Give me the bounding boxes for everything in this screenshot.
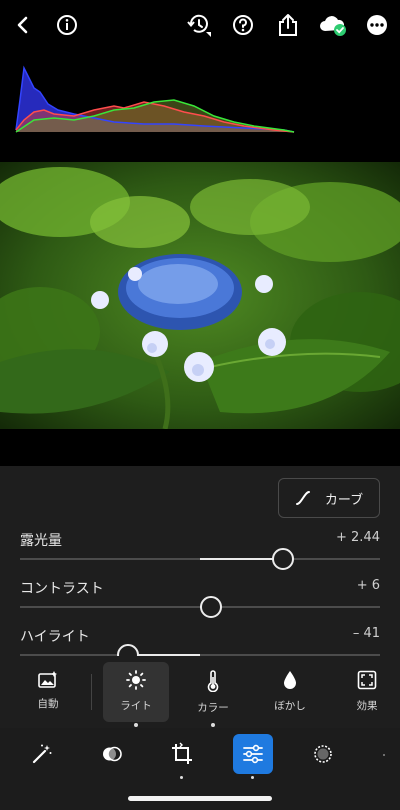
category-auto[interactable]: 自動: [15, 662, 81, 722]
edit-indicator-dot: [251, 776, 254, 779]
photo-preview[interactable]: [0, 162, 400, 429]
slider-exposure-label: 露光量: [20, 533, 62, 549]
top-bar: [0, 0, 400, 52]
droplet-icon: [284, 671, 296, 689]
auto-photo-icon: [38, 671, 57, 688]
help-icon[interactable]: [230, 12, 256, 38]
magic-wand-button[interactable]: [22, 734, 62, 774]
cloud-sync-icon[interactable]: [318, 12, 348, 38]
crop-indicator-dot: [180, 776, 183, 779]
category-auto-label: 自動: [37, 698, 59, 710]
more-tools-dot[interactable]: [383, 754, 385, 756]
category-light-indicator-dot: [134, 723, 138, 727]
preset-circle-icon: [314, 745, 332, 763]
masking-icon: [103, 746, 122, 762]
category-color-label: カラー: [197, 702, 229, 714]
home-indicator: [128, 796, 272, 801]
preset-button[interactable]: [303, 734, 343, 774]
slider-exposure[interactable]: 露光量 + 2.44: [20, 530, 380, 574]
category-effects[interactable]: 効果: [334, 662, 400, 722]
category-light-label: ライト: [120, 700, 152, 712]
thermometer-icon: [207, 670, 219, 692]
category-blur[interactable]: ぼかし: [257, 662, 323, 722]
slider-contrast-label: コントラスト: [20, 581, 104, 597]
slider-contrast-thumb[interactable]: [199, 596, 222, 618]
crop-rotate-icon: [172, 742, 192, 764]
info-icon[interactable]: [54, 12, 80, 38]
masking-button[interactable]: [92, 734, 132, 774]
category-light[interactable]: ライト: [103, 662, 169, 722]
more-icon[interactable]: [364, 12, 390, 38]
slider-exposure-value: + 2.44: [336, 530, 380, 545]
category-color[interactable]: カラー: [180, 662, 246, 722]
category-effects-label: 効果: [356, 700, 378, 712]
magic-wand-icon: [32, 744, 52, 764]
category-blur-label: ぼかし: [274, 700, 306, 712]
back-icon[interactable]: [10, 12, 36, 38]
slider-contrast-value: + 6: [356, 578, 380, 593]
slider-exposure-thumb[interactable]: [271, 548, 294, 570]
curve-icon: [295, 491, 310, 505]
category-divider: [91, 674, 92, 710]
effects-frame-icon: [357, 670, 377, 690]
edit-sliders-icon: [243, 744, 263, 764]
slider-exposure-fill: [200, 558, 283, 560]
history-icon[interactable]: [186, 12, 212, 38]
slider-highlights-label: ハイライト: [20, 629, 90, 645]
histogram: [14, 60, 300, 136]
share-icon[interactable]: [275, 12, 301, 38]
edit-sliders-button[interactable]: [233, 734, 273, 774]
adjustment-categories: 自動 ライト カラー ぼかし 効果: [0, 656, 400, 728]
crop-rotate-button[interactable]: [162, 734, 202, 774]
slider-highlights-value: – 41: [352, 626, 380, 641]
category-color-indicator-dot: [211, 723, 215, 727]
curve-button-label: カーブ: [324, 492, 364, 508]
slider-contrast[interactable]: コントラスト + 6: [20, 578, 380, 622]
sun-icon: [126, 670, 146, 690]
curve-button[interactable]: カーブ: [278, 478, 380, 518]
